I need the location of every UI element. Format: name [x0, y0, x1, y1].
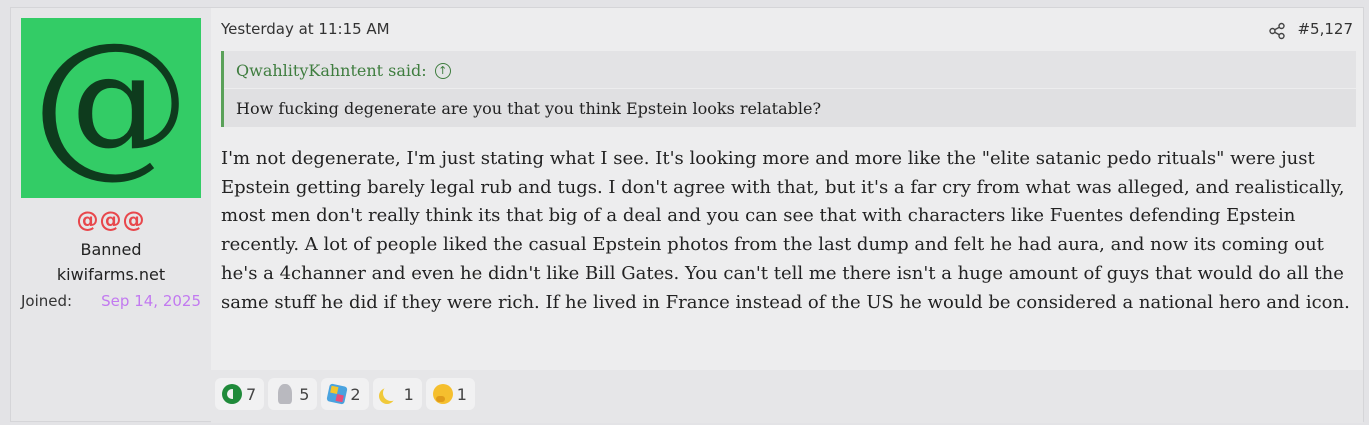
- arrow-up-circle-icon[interactable]: ↑: [434, 62, 451, 79]
- reaction-puzzle[interactable]: 2: [321, 378, 369, 410]
- reaction-winner[interactable]: 7: [215, 378, 265, 410]
- avatar-glyph: @: [32, 9, 190, 193]
- moon-icon: [380, 384, 400, 404]
- reaction-count: 5: [299, 384, 310, 404]
- reactions-list: 7 5 2 1 1: [215, 378, 475, 410]
- stone-icon: [278, 384, 293, 404]
- thinking-icon: [432, 384, 453, 404]
- winner-icon: [222, 384, 242, 404]
- post-number[interactable]: #5,127: [1297, 20, 1353, 38]
- quote-author[interactable]: QwahlityKahntent said:: [236, 61, 427, 80]
- reaction-moon[interactable]: 1: [372, 378, 422, 410]
- post-date[interactable]: Yesterday at 11:15 AM: [221, 20, 390, 38]
- quote-header[interactable]: QwahlityKahntent said: ↑: [224, 51, 1356, 89]
- user-banner: kiwifarms.net: [56, 265, 166, 284]
- reactions-bar: 7 5 2 1 1: [211, 370, 1363, 423]
- reaction-count: 7: [246, 384, 257, 404]
- puzzle-icon: [326, 383, 349, 405]
- reaction-count: 1: [456, 384, 467, 404]
- reaction-thinking[interactable]: 1: [425, 378, 475, 410]
- reaction-count: 1: [403, 384, 414, 404]
- post: @ @@@ Banned kiwifarms.net Joined: Sep 1…: [10, 7, 1364, 423]
- user-info: @ @@@ Banned kiwifarms.net Joined: Sep 1…: [11, 8, 211, 421]
- quote-text: How fucking degenerate are you that you …: [224, 89, 1356, 127]
- username[interactable]: @@@: [11, 208, 211, 233]
- avatar[interactable]: @: [21, 18, 201, 198]
- reaction-stone[interactable]: 5: [268, 378, 318, 410]
- user-title: Banned: [80, 240, 142, 259]
- reaction-count: 2: [350, 384, 361, 404]
- joined-date: Sep 14, 2025: [101, 292, 201, 310]
- quote-block: QwahlityKahntent said: ↑ How fucking deg…: [221, 51, 1356, 127]
- post-main: Yesterday at 11:15 AM #5,127 QwahlityKah…: [211, 8, 1363, 423]
- share-icon[interactable]: [1268, 22, 1286, 40]
- message-body: I'm not degenerate, I'm just stating wha…: [221, 148, 1350, 313]
- joined-label: Joined:: [21, 292, 73, 310]
- joined-row: Joined: Sep 14, 2025: [21, 292, 201, 310]
